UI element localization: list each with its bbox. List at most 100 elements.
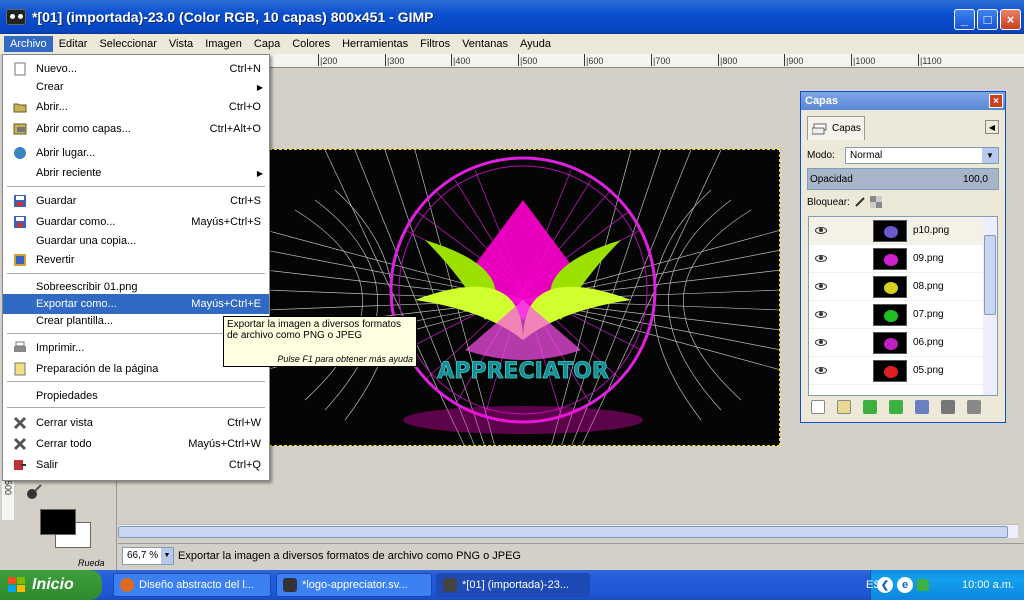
tooltip-hint: Pulse F1 para obtener más ayuda bbox=[277, 354, 413, 364]
menu-item-shortcut: Ctrl+O bbox=[228, 101, 261, 113]
system-tray: ❮ e 10:00 a.m. bbox=[870, 570, 1024, 600]
layer-row[interactable]: 05.png bbox=[809, 357, 997, 385]
lock-alpha-icon[interactable] bbox=[869, 196, 882, 208]
mode-label: Modo: bbox=[807, 150, 835, 161]
eye-icon[interactable] bbox=[809, 227, 833, 234]
taskbar-item-firefox[interactable]: Diseño abstracto del l... bbox=[113, 573, 271, 597]
taskbar-item-inkscape[interactable]: *logo-appreciator.sv... bbox=[276, 573, 432, 597]
chevron-down-icon: ▼ bbox=[161, 547, 173, 564]
menu-imagen[interactable]: Imagen bbox=[199, 36, 248, 52]
menu-item-label: Abrir lugar... bbox=[36, 147, 96, 159]
dock-close-button[interactable]: × bbox=[989, 94, 1003, 108]
menu-item-revertir[interactable]: Revertir bbox=[3, 250, 269, 270]
zoom-select[interactable]: 66,7 % ▼ bbox=[122, 546, 174, 565]
menu-item-abrir-lugar[interactable]: Abrir lugar... bbox=[3, 143, 269, 163]
taskbar-item-gimp[interactable]: *[01] (importada)-23... bbox=[436, 573, 590, 597]
menu-ventanas[interactable]: Ventanas bbox=[456, 36, 514, 52]
opacity-slider[interactable]: Opacidad 100,0 bbox=[807, 168, 999, 190]
menu-item-shortcut: Mayús+Ctrl+S bbox=[191, 216, 261, 228]
start-button[interactable]: Inicio bbox=[0, 570, 102, 600]
close-button[interactable]: × bbox=[1000, 9, 1021, 30]
layer-row[interactable]: p10.png bbox=[809, 217, 997, 245]
menu-item-abrir-reciente[interactable]: Abrir reciente ▶ bbox=[3, 163, 269, 183]
menu-item-nuevo[interactable]: Nuevo... Ctrl+N bbox=[3, 59, 269, 79]
eye-icon[interactable] bbox=[809, 255, 833, 262]
image-canvas[interactable]: APPRECIATOR bbox=[264, 149, 780, 446]
layers-scrollbar[interactable] bbox=[983, 217, 997, 395]
duplicate-layer-icon[interactable] bbox=[915, 400, 929, 414]
tab-menu-arrow-icon[interactable]: ◀ bbox=[985, 120, 999, 134]
minimize-button[interactable]: _ bbox=[954, 9, 975, 30]
layers-scroll-thumb[interactable] bbox=[984, 235, 996, 315]
menu-ayuda[interactable]: Ayuda bbox=[514, 36, 557, 52]
menu-vista[interactable]: Vista bbox=[163, 36, 199, 52]
layers-buttons bbox=[811, 400, 981, 414]
tray-e-icon[interactable]: e bbox=[897, 577, 913, 593]
close-all-icon bbox=[13, 437, 27, 451]
menu-seleccionar[interactable]: Seleccionar bbox=[93, 36, 162, 52]
gimp-app-icon[interactable] bbox=[6, 9, 26, 25]
layer-thumbnail bbox=[873, 331, 907, 354]
horizontal-scrollbar[interactable] bbox=[118, 524, 1018, 538]
menu-item-crear[interactable]: Crear ▶ bbox=[3, 77, 269, 97]
eye-icon[interactable] bbox=[809, 283, 833, 290]
menu-colores[interactable]: Colores bbox=[286, 36, 336, 52]
menu-item-propiedades[interactable]: Propiedades bbox=[3, 386, 269, 406]
tray-status-icon[interactable] bbox=[917, 579, 929, 591]
layers-list: p10.png 09.png 08.png 07.png 06.png 05.p… bbox=[808, 216, 998, 396]
layer-row[interactable]: 06.png bbox=[809, 329, 997, 357]
raise-layer-icon[interactable] bbox=[863, 400, 877, 414]
menu-editar[interactable]: Editar bbox=[53, 36, 94, 52]
menu-separator bbox=[7, 407, 265, 408]
artwork: APPRECIATOR bbox=[265, 150, 779, 445]
status-message: Exportar la imagen a diversos formatos d… bbox=[178, 549, 521, 562]
maximize-button[interactable]: □ bbox=[977, 9, 998, 30]
menu-filtros[interactable]: Filtros bbox=[414, 36, 456, 52]
menu-item-salir[interactable]: Salir Ctrl+Q bbox=[3, 455, 269, 475]
menu-archivo[interactable]: Archivo bbox=[4, 36, 53, 52]
new-group-icon[interactable] bbox=[837, 400, 851, 414]
window-controls: _ □ × bbox=[954, 9, 1021, 30]
clock[interactable]: 10:00 a.m. bbox=[962, 579, 1014, 591]
zoom-value: 66,7 % bbox=[127, 550, 159, 561]
menu-capa[interactable]: Capa bbox=[248, 36, 286, 52]
ruler-tick: |800 bbox=[717, 54, 738, 66]
menu-item-cerrar-todo[interactable]: Cerrar todo Mayús+Ctrl+W bbox=[3, 434, 269, 454]
layer-row[interactable]: 07.png bbox=[809, 301, 997, 329]
menu-item-abrir[interactable]: Abrir... Ctrl+O bbox=[3, 97, 269, 117]
ruler-tick: |400 bbox=[450, 54, 471, 66]
menu-herramientas[interactable]: Herramientas bbox=[336, 36, 414, 52]
eye-icon[interactable] bbox=[809, 339, 833, 346]
eye-icon[interactable] bbox=[809, 311, 833, 318]
eye-icon[interactable] bbox=[809, 367, 833, 374]
lower-layer-icon[interactable] bbox=[889, 400, 903, 414]
layer-name: 06.png bbox=[913, 337, 944, 348]
toolbox-label: Rueda bbox=[78, 558, 105, 568]
menu-item-label: Crear plantilla... bbox=[36, 315, 114, 327]
anchor-layer-icon[interactable] bbox=[941, 400, 955, 414]
mode-select[interactable]: Normal ▼ bbox=[845, 147, 999, 164]
ruler-tick: |600 bbox=[583, 54, 604, 66]
layer-row[interactable]: 09.png bbox=[809, 245, 997, 273]
layers-dock: Capas × Capas ◀ Modo: Normal ▼ Opacidad … bbox=[800, 91, 1006, 423]
ruler-tick: |900 bbox=[783, 54, 804, 66]
layer-row[interactable]: 08.png bbox=[809, 273, 997, 301]
tab-capas[interactable]: Capas bbox=[807, 116, 865, 140]
delete-layer-icon[interactable] bbox=[967, 400, 981, 414]
menu-item-guardar-copia[interactable]: Guardar una copia... bbox=[3, 231, 269, 251]
language-indicator[interactable]: ES bbox=[866, 579, 881, 591]
menu-item-guardar-como[interactable]: Guardar como... Mayús+Ctrl+S bbox=[3, 212, 269, 232]
foreground-color-swatch[interactable] bbox=[40, 509, 76, 535]
lock-pixels-icon[interactable] bbox=[854, 196, 866, 208]
menu-item-abrir-como-capas[interactable]: Abrir como capas... Ctrl+Alt+O bbox=[3, 119, 269, 139]
menu-item-guardar[interactable]: Guardar Ctrl+S bbox=[3, 191, 269, 211]
opacity-label: Opacidad bbox=[810, 173, 853, 185]
menu-item-label: Crear bbox=[36, 81, 64, 93]
close-view-icon bbox=[13, 416, 27, 430]
ruler-tick: |1100 bbox=[918, 54, 942, 66]
new-layer-icon[interactable] bbox=[811, 400, 825, 414]
menu-item-cerrar-vista[interactable]: Cerrar vista Ctrl+W bbox=[3, 413, 269, 433]
menu-item-shortcut: Ctrl+N bbox=[229, 63, 261, 75]
horizontal-scroll-thumb[interactable] bbox=[118, 526, 1008, 538]
brush-icon[interactable] bbox=[26, 484, 42, 500]
